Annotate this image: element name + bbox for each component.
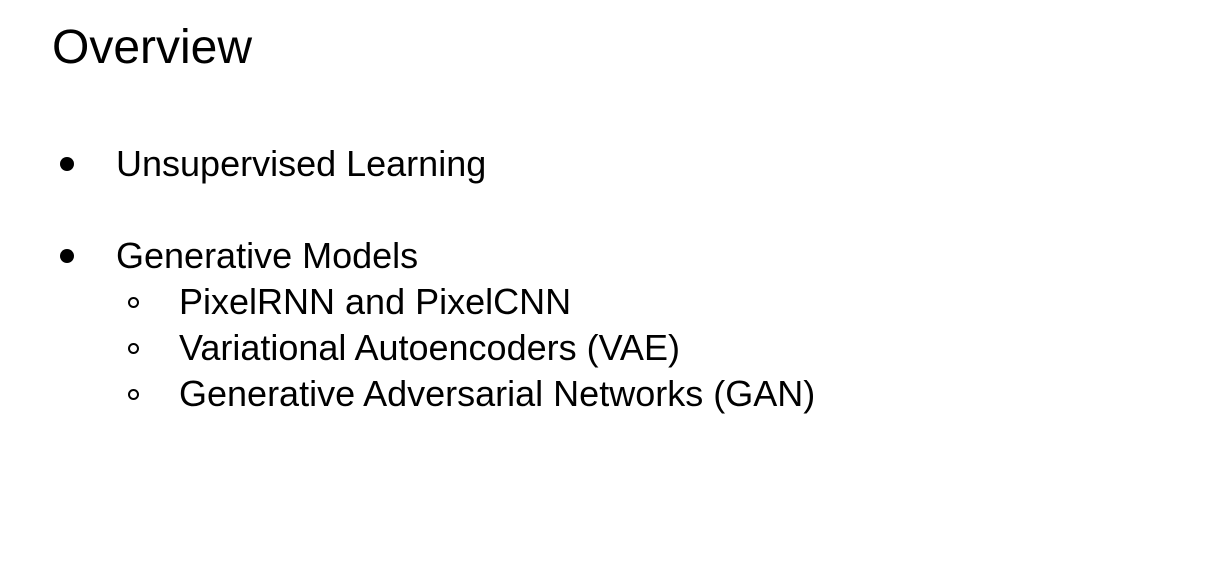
hollow-bullet-icon [128, 388, 139, 400]
filled-bullet-icon [60, 157, 74, 171]
sub-bullet-text: Generative Adversarial Networks (GAN) [179, 373, 816, 414]
slide: Overview Unsupervised Learning Generativ… [0, 0, 1214, 580]
sub-bullet-item: Generative Adversarial Networks (GAN) [128, 371, 815, 417]
sub-bullet-item: PixelRNN and PixelCNN [128, 279, 571, 325]
hollow-bullet-icon [128, 296, 139, 308]
bullet-text: Generative Models [116, 235, 419, 276]
filled-bullet-icon [60, 249, 74, 263]
slide-title: Overview [52, 21, 253, 74]
bullet-text: Unsupervised Learning [116, 143, 487, 184]
sub-bullet-text: Variational Autoencoders (VAE) [179, 327, 680, 368]
hollow-bullet-icon [128, 342, 139, 354]
sub-bullet-item: Variational Autoencoders (VAE) [128, 325, 680, 371]
bullet-item: Unsupervised Learning [60, 141, 486, 187]
sub-bullet-text: PixelRNN and PixelCNN [179, 281, 572, 322]
bullet-item: Generative Models [60, 233, 418, 279]
